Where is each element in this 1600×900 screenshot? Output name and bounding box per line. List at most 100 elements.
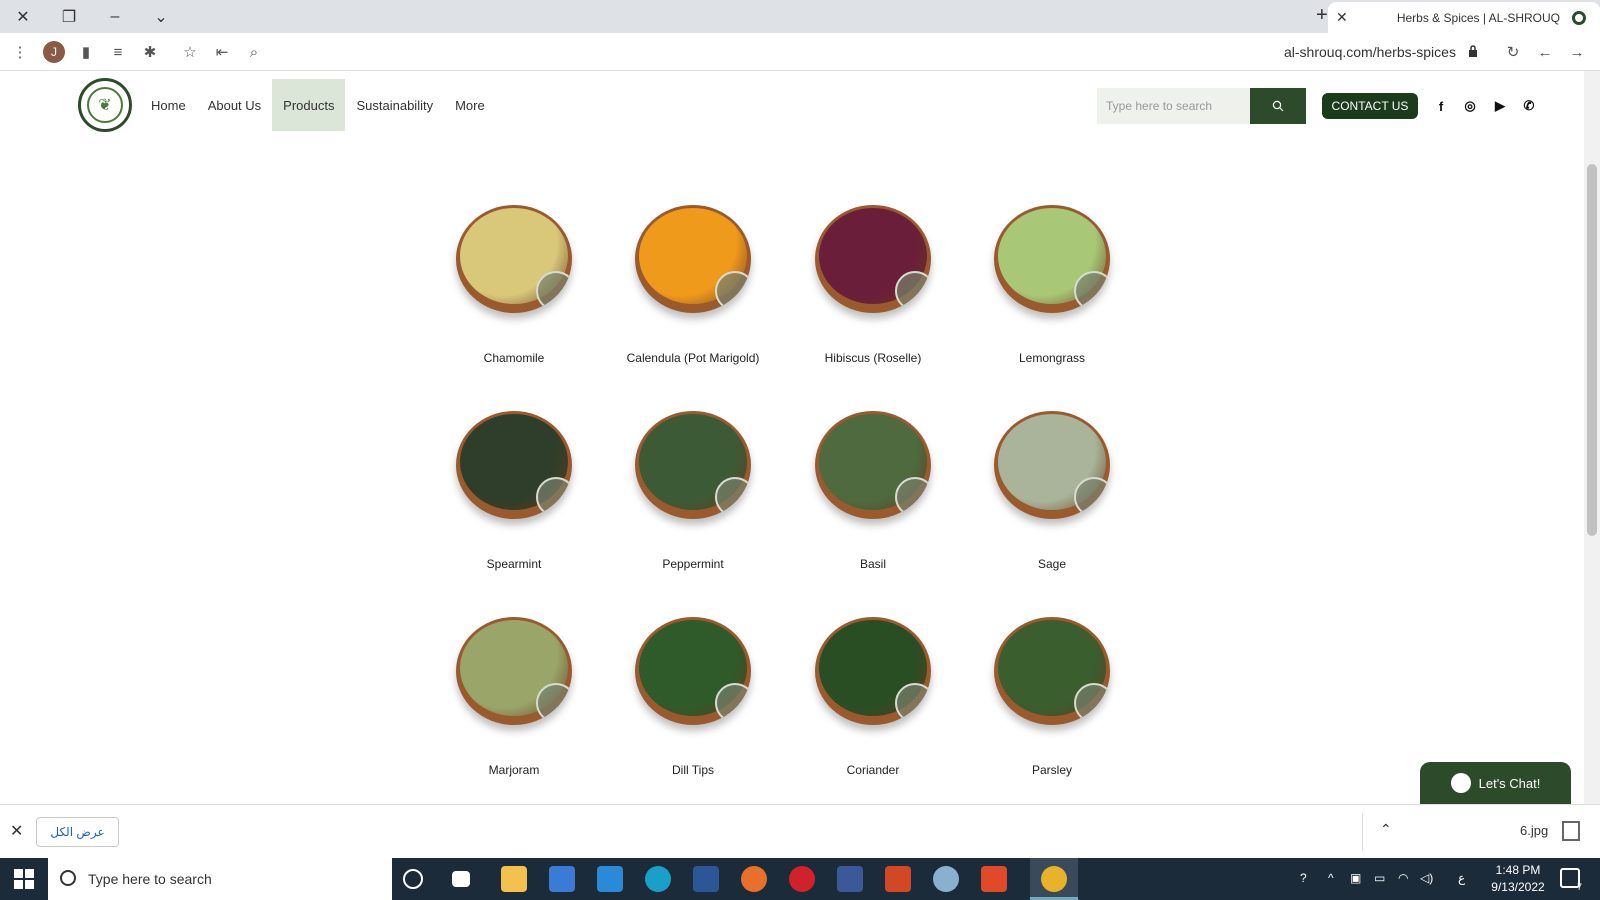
active-tab[interactable]: ✕ Herbs & Spices | AL-SHROUQ [1328, 2, 1600, 33]
product-image[interactable] [994, 411, 1110, 519]
product-image[interactable] [456, 411, 572, 519]
product-name[interactable]: Spearmint [419, 557, 609, 571]
nav-more[interactable]: More [444, 79, 496, 131]
file-explorer-icon[interactable] [501, 866, 527, 892]
new-tab-button[interactable]: + [1316, 4, 1328, 27]
product-image[interactable] [456, 205, 572, 313]
close-window-icon[interactable]: ✕ [0, 0, 46, 33]
product-image[interactable] [635, 617, 751, 725]
product-card[interactable]: Spearmint [419, 411, 609, 571]
extensions-icon[interactable]: ✱ [140, 42, 160, 62]
task-view-icon[interactable] [452, 871, 470, 887]
product-name[interactable]: Parsley [957, 763, 1147, 777]
close-tab-icon[interactable]: ✕ [1336, 9, 1348, 26]
product-card[interactable]: Dill Tips [598, 617, 788, 777]
instagram-icon[interactable]: ◎ [1461, 97, 1479, 115]
tray-app-icon[interactable]: ▣ [1350, 871, 1361, 885]
product-card[interactable]: Hibiscus (Roselle) [778, 205, 968, 365]
site-logo[interactable]: ❦ [78, 78, 132, 132]
volume-icon[interactable]: ◁) [1420, 871, 1433, 885]
zoom-search-icon[interactable]: ⌕ [244, 42, 264, 62]
help-icon[interactable]: ? [1300, 871, 1307, 885]
tab-search-chevron-icon[interactable]: ⌄ [138, 0, 184, 33]
close-download-bar-icon[interactable]: ✕ [10, 821, 23, 841]
profile-avatar[interactable]: J [43, 41, 65, 63]
product-name[interactable]: Hibiscus (Roselle) [778, 351, 968, 365]
menu-dots-icon[interactable]: ⋮ [10, 42, 30, 62]
minimize-window-icon[interactable]: – [92, 0, 138, 33]
product-card[interactable]: Peppermint [598, 411, 788, 571]
store-icon[interactable] [549, 866, 575, 892]
device-icon[interactable]: ▭ [1374, 871, 1385, 885]
scrollbar-thumb[interactable] [1587, 164, 1597, 536]
bookmark-star-icon[interactable]: ☆ [180, 42, 200, 62]
chrome-icon[interactable] [1041, 866, 1067, 892]
product-image[interactable] [815, 411, 931, 519]
product-card[interactable]: Lemongrass [957, 205, 1147, 365]
facebook-icon[interactable]: f [1432, 97, 1450, 115]
url-text[interactable]: al-shrouq.com/herbs-spices [1284, 44, 1456, 60]
side-panel-icon[interactable]: ▮ [76, 42, 96, 62]
facebook-app-icon[interactable] [837, 866, 863, 892]
download-options-chevron-icon[interactable]: ⌃ [1380, 821, 1392, 838]
opera-icon[interactable] [789, 866, 815, 892]
nav-about-us[interactable]: About Us [197, 79, 272, 131]
product-image[interactable] [635, 411, 751, 519]
mail-icon[interactable] [597, 866, 623, 892]
tray-chevron-icon[interactable]: ^ [1328, 871, 1334, 885]
product-image[interactable] [815, 617, 931, 725]
word-icon[interactable] [693, 866, 719, 892]
product-name[interactable]: Calendula (Pot Marigold) [598, 351, 788, 365]
reading-list-icon[interactable]: ≡ [108, 42, 128, 62]
notification-center-icon[interactable]: 7 [1560, 868, 1582, 892]
restore-window-icon[interactable]: ❐ [46, 0, 92, 33]
show-all-downloads-button[interactable]: عرض الكل [36, 817, 119, 847]
product-name[interactable]: Lemongrass [957, 351, 1147, 365]
product-name[interactable]: Marjoram [419, 763, 609, 777]
page-scrollbar[interactable] [1584, 71, 1600, 804]
wifi-icon[interactable]: ◠ [1398, 871, 1408, 885]
taskbar-search-input[interactable]: Type here to search [48, 858, 392, 900]
product-name[interactable]: Coriander [778, 763, 968, 777]
back-icon[interactable]: ← [1535, 42, 1555, 62]
product-name[interactable]: Sage [957, 557, 1147, 571]
cortana-icon[interactable] [403, 869, 423, 889]
share-icon[interactable]: ⇤ [212, 42, 232, 62]
product-card[interactable]: Basil [778, 411, 968, 571]
product-image[interactable] [815, 205, 931, 313]
windows-start-icon[interactable] [14, 869, 34, 889]
nav-products[interactable]: Products [272, 79, 346, 131]
reload-icon[interactable]: ↻ [1503, 42, 1523, 62]
product-card[interactable]: Sage [957, 411, 1147, 571]
product-image[interactable] [994, 617, 1110, 725]
product-name[interactable]: Dill Tips [598, 763, 788, 777]
paint-icon[interactable] [933, 866, 959, 892]
product-card[interactable]: Parsley [957, 617, 1147, 777]
download-filename[interactable]: 6.jpg [1520, 823, 1548, 838]
nav-home[interactable]: Home [140, 79, 197, 131]
product-card[interactable]: Marjoram [419, 617, 609, 777]
app-icon[interactable] [981, 866, 1007, 892]
product-card[interactable]: Calendula (Pot Marigold) [598, 205, 788, 365]
product-name[interactable]: Basil [778, 557, 968, 571]
nav-sustainability[interactable]: Sustainability [345, 79, 444, 131]
site-search-button[interactable] [1250, 88, 1306, 124]
product-card[interactable]: Chamomile [419, 205, 609, 365]
image-file-icon[interactable] [1562, 821, 1580, 841]
product-name[interactable]: Peppermint [598, 557, 788, 571]
whatsapp-icon[interactable]: ✆ [1520, 97, 1538, 115]
forward-icon[interactable]: → [1567, 42, 1587, 62]
product-image[interactable] [456, 617, 572, 725]
language-indicator[interactable]: ع [1458, 871, 1465, 885]
product-name[interactable]: Chamomile [419, 351, 609, 365]
product-card[interactable]: Coriander [778, 617, 968, 777]
contact-us-button[interactable]: CONTACT US [1322, 93, 1418, 119]
taskbar-clock[interactable]: 1:48 PM 9/13/2022 [1488, 862, 1548, 896]
lets-chat-button[interactable]: Let's Chat! [1420, 762, 1571, 804]
site-search-input[interactable]: Type here to search [1097, 88, 1250, 124]
youtube-icon[interactable]: ▶ [1491, 97, 1509, 115]
product-image[interactable] [635, 205, 751, 313]
edge-icon[interactable] [645, 866, 671, 892]
firefox-icon[interactable] [741, 866, 767, 892]
powerpoint-icon[interactable] [885, 866, 911, 892]
